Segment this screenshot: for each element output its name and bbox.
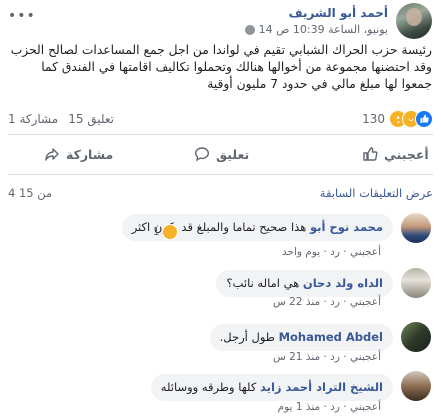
- commenter-avatar[interactable]: [401, 371, 431, 401]
- comment-bubble: الداه ولد دحان هي اماله نائب؟: [216, 270, 393, 297]
- haha-emoji-icon: [161, 224, 178, 240]
- comment-label: تعليق: [216, 146, 250, 162]
- like-label: أعجبني: [384, 146, 429, 162]
- comment-actions: أعجبني · رد · يوم واحد: [281, 246, 381, 258]
- post-meta: 14 يونيو، الساعة 10:39 ص: [244, 23, 388, 36]
- comment-like-link[interactable]: أعجبني: [350, 296, 381, 308]
- commenter-name[interactable]: Mohamed Abdel: [279, 330, 383, 344]
- comment-actions: أعجبني · رد · منذ 21 س: [272, 351, 381, 363]
- comment-reply-link[interactable]: رد: [330, 246, 340, 258]
- comment-like-link[interactable]: أعجبني: [350, 401, 381, 413]
- author-avatar[interactable]: [396, 3, 432, 39]
- comment-icon: [194, 146, 210, 162]
- like-reaction-icon: [415, 110, 433, 128]
- comment-actions: أعجبني · رد · منذ 22 س: [272, 296, 381, 308]
- comment-reply-link[interactable]: رد: [330, 351, 340, 363]
- comment-reaction-count: 1: [153, 226, 160, 238]
- globe-icon: [244, 24, 255, 35]
- commenter-name[interactable]: الداه ولد دحان: [303, 276, 383, 290]
- comment-time[interactable]: منذ 21 س: [273, 351, 320, 363]
- commenter-name[interactable]: محمد نوح أبو: [310, 220, 383, 234]
- reactions-count[interactable]: 130: [362, 112, 385, 126]
- comment-like-link[interactable]: أعجبني: [350, 246, 381, 258]
- comment-reply-link[interactable]: رد: [330, 296, 340, 308]
- share-button[interactable]: مشاركة: [44, 146, 113, 162]
- commenter-avatar[interactable]: [401, 213, 431, 243]
- commenter-name[interactable]: الشيخ التراد أحمد زايد: [260, 380, 383, 394]
- comment-bubble: Mohamed Abdel طول أرجل.: [209, 324, 393, 351]
- share-arrow-icon: [44, 146, 60, 162]
- comment-time[interactable]: منذ 1 يوم: [278, 401, 321, 413]
- comment-time[interactable]: منذ 22 س: [273, 296, 320, 308]
- reactions-summary[interactable]: 130 •̥ ᴗ: [362, 110, 433, 128]
- comment-text: طول أرجل.: [219, 330, 275, 344]
- comments-count[interactable]: 15 تعليق: [68, 112, 114, 126]
- comment-reactions[interactable]: 1: [153, 224, 178, 240]
- comments-pagination-count: 4 من 15: [8, 186, 53, 200]
- commenter-avatar[interactable]: [401, 268, 431, 298]
- commenter-avatar[interactable]: [401, 322, 431, 352]
- like-button[interactable]: أعجبني: [362, 146, 429, 162]
- divider: [8, 174, 433, 175]
- post-author-name[interactable]: أحمد أبو الشريف: [289, 6, 388, 20]
- post-text: رئيسة حزب الحراك الشبابي تقيم في لواندا …: [10, 43, 432, 91]
- comment-button[interactable]: تعليق: [194, 146, 249, 162]
- share-label: مشاركة: [66, 146, 114, 162]
- divider: [8, 134, 433, 135]
- view-previous-comments-link[interactable]: عرض التعليقات السابقة: [320, 186, 433, 200]
- comment-like-link[interactable]: أعجبني: [350, 351, 381, 363]
- comment-bubble: الشيخ التراد أحمد زايد كلها وطرقه ووسائل…: [150, 374, 393, 401]
- thumbs-up-icon: [362, 146, 378, 162]
- comment-reply-link[interactable]: رد: [330, 401, 340, 413]
- comment-text: كلها وطرقه ووسائله: [160, 380, 257, 394]
- post-date[interactable]: 14 يونيو، الساعة 10:39 ص: [259, 23, 388, 36]
- comment-time[interactable]: يوم واحد: [282, 246, 320, 258]
- more-options-button[interactable]: •••: [8, 8, 36, 24]
- shares-count[interactable]: 1 مشاركة: [8, 112, 58, 126]
- comment-text: هي اماله نائب؟: [226, 276, 300, 290]
- post-stats: 1 مشاركة 15 تعليق: [8, 112, 114, 126]
- comment-actions: أعجبني · رد · منذ 1 يوم: [277, 401, 381, 413]
